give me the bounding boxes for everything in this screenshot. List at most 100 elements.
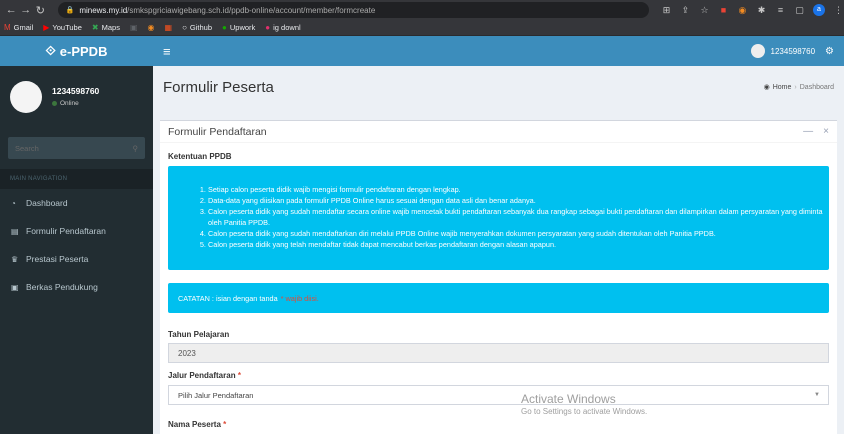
share-icon[interactable]: ⇪ (680, 5, 691, 16)
browser-toolbar: ← → ↻ 🔒 minews.my.id /smkspgriciawigeban… (0, 0, 844, 20)
settings-gear-icon[interactable]: ⚙ (825, 46, 834, 57)
extension-orange-icon[interactable]: ◉ (737, 5, 748, 16)
forward-icon[interactable]: → (19, 0, 34, 20)
user-name: 1234598760 (52, 86, 100, 96)
sidebar-item-label: Dashboard (26, 198, 68, 208)
logo-text: e-PPDB (59, 43, 108, 59)
reading-list-icon[interactable]: ≡ (775, 5, 786, 15)
bookmark-item[interactable]: ▣ (130, 23, 138, 32)
box-header: Formulir Pendaftaran — × (160, 121, 837, 143)
sidebar-item-label: Berkas Pendukung (26, 282, 98, 292)
sidebar-item[interactable]: ▤ Formulir Pendaftaran (0, 217, 153, 245)
required-mark: * (237, 371, 241, 380)
translate-icon[interactable]: ⊞ (661, 5, 672, 16)
form-box: Formulir Pendaftaran — × Ketentuan PPDB … (160, 120, 837, 434)
bookmark-item[interactable]: ▦ (165, 23, 173, 32)
bookmark-item[interactable]: M Gmail (4, 23, 33, 32)
rule-item: Data-data yang diisikan pada formulir PP… (208, 195, 829, 206)
rules-callout: Setiap calon peserta didik wajib mengisi… (168, 166, 829, 270)
bookmark-icon: ◉ (147, 23, 155, 32)
required-mark: * (223, 420, 227, 429)
sidebar-item[interactable]: ▣ Berkas Pendukung (0, 273, 153, 301)
rule-item: Calon peserta didik yang telah mendaftar… (208, 239, 829, 250)
trophy-icon: ♛ (11, 254, 19, 264)
app-logo[interactable]: ⟐ e-PPDB (0, 36, 153, 66)
close-icon[interactable]: × (823, 126, 829, 137)
menu-icon[interactable]: ⋮ (833, 5, 844, 16)
address-bar[interactable]: 🔒 minews.my.id /smkspgriciawigebang.sch.… (57, 2, 649, 18)
required-note: CATATAN : isian dengan tanda * wajib dii… (168, 283, 829, 313)
user-menu[interactable]: 1234598760 (750, 44, 816, 58)
bookmark-item[interactable]: ● Upwork (222, 23, 255, 32)
breadcrumb-current: Dashboard (799, 83, 834, 91)
app-header: ⟐ e-PPDB ≡ 1234598760 ⚙ (0, 36, 844, 66)
status-dot-icon (52, 101, 57, 106)
back-icon[interactable]: ← (4, 0, 19, 20)
user-status: Online (52, 100, 99, 107)
rule-item: Calon peserta didik yang sudah mendaftar… (208, 228, 829, 239)
file-icon: ▤ (11, 226, 19, 236)
bookmark-label: Maps (101, 23, 120, 32)
breadcrumb: ◉ Home › Dashboard (763, 83, 834, 92)
note-warning: * wajib diisi. (280, 293, 319, 303)
bookmark-item[interactable]: ● ig downl (265, 23, 300, 32)
jalur-select-value: Pilih Jalur Pendaftaran (178, 390, 254, 400)
breadcrumb-home[interactable]: Home (773, 84, 792, 91)
star-icon[interactable]: ☆ (699, 5, 710, 16)
bookmarks-bar: M Gmail ▶ YouTube ✖ Maps ▣ ◉ ▦ ○ Github ● Upwork ● ig … (0, 20, 844, 36)
bookmark-item[interactable]: ◉ (148, 23, 155, 32)
profile-icon[interactable]: a (812, 4, 825, 16)
bookmark-icon: ● (222, 23, 227, 32)
rules-list: Setiap calon peserta didik wajib mengisi… (168, 166, 829, 250)
bookmark-icon: ▶ (43, 23, 50, 32)
user-panel: 1234598760 Online (0, 66, 153, 127)
tahun-input: 2023 (168, 343, 829, 363)
sidepanel-icon[interactable]: ▢ (794, 5, 805, 16)
bookmark-item[interactable]: ✖ Maps (92, 23, 120, 32)
collapse-icon[interactable]: — (803, 126, 813, 137)
puzzle-icon[interactable]: ✱ (756, 5, 767, 16)
url-host: minews.my.id (79, 5, 128, 15)
bookmark-icon: ✖ (91, 23, 99, 32)
avatar (750, 44, 765, 58)
jalur-select[interactable]: Pilih Jalur Pendaftaran ▼ (168, 385, 829, 405)
box-title: Formulir Pendaftaran (168, 125, 267, 138)
bookmark-icon: ▣ (129, 23, 138, 32)
extension-red-icon[interactable]: ■ (718, 5, 729, 15)
sidebar-search[interactable]: Search ⚲ (8, 137, 145, 159)
url-path: /smkspgriciawigebang.sch.id/ppdb-online/… (127, 5, 376, 15)
rule-item: Setiap calon peserta didik wajib mengisi… (208, 184, 829, 195)
note-prefix: CATATAN : isian dengan tanda (178, 293, 278, 303)
sidebar-item-label: Prestasi Peserta (26, 254, 89, 264)
status-text: Online (60, 100, 79, 107)
main-content: Formulir Peserta ◉ Home › Dashboard Form… (153, 66, 844, 434)
content-header: Formulir Peserta ◉ Home › Dashboard (153, 66, 844, 108)
reload-icon[interactable]: ↻ (33, 0, 48, 20)
sidebar-item[interactable]: ♛ Prestasi Peserta (0, 245, 153, 273)
search-input[interactable]: Search (15, 144, 39, 153)
tahun-label: Tahun Pelajaran (168, 330, 230, 339)
screen: ← → ↻ 🔒 minews.my.id /smkspgriciawigeban… (0, 0, 844, 434)
rule-item: Calon peserta didik yang sudah mendaftar… (208, 206, 829, 228)
hamburger-menu-icon[interactable]: ≡ (163, 44, 171, 59)
watermark-line1: Activate Windows (521, 392, 616, 406)
sidebar-item[interactable]: ◔ Dashboard (0, 189, 153, 217)
nama-label: Nama Peserta * (168, 420, 227, 429)
search-icon[interactable]: ⚲ (133, 144, 139, 153)
bookmark-label: ig downl (273, 23, 301, 32)
sidebar-item-label: Formulir Pendaftaran (26, 226, 106, 236)
watermark-line2: Go to Settings to activate Windows. (521, 407, 648, 416)
home-icon: ◉ (763, 84, 770, 91)
bookmark-label: Gmail (13, 23, 34, 32)
windows-activation-watermark: Activate Windows Go to Settings to activ… (521, 392, 647, 416)
folder-icon: ▣ (11, 282, 19, 292)
bookmark-icon: ○ (182, 23, 187, 32)
bookmark-item[interactable]: ▶ YouTube (43, 23, 82, 32)
chevron-down-icon[interactable]: ▼ (814, 392, 820, 398)
extension-icons: ⊞ ⇪ ☆ ■ ◉ ✱ ≡ ▢ a ⋮ (661, 4, 844, 16)
bookmark-item[interactable]: ○ Github (182, 23, 212, 32)
user-id: 1234598760 (770, 46, 816, 56)
jalur-label: Jalur Pendaftaran * (168, 371, 241, 380)
nav-list: ◔ Dashboard ▤ Formulir Pendaftaran ♛ Prestasi… (0, 189, 153, 301)
topbar: ≡ 1234598760 ⚙ (153, 36, 844, 66)
